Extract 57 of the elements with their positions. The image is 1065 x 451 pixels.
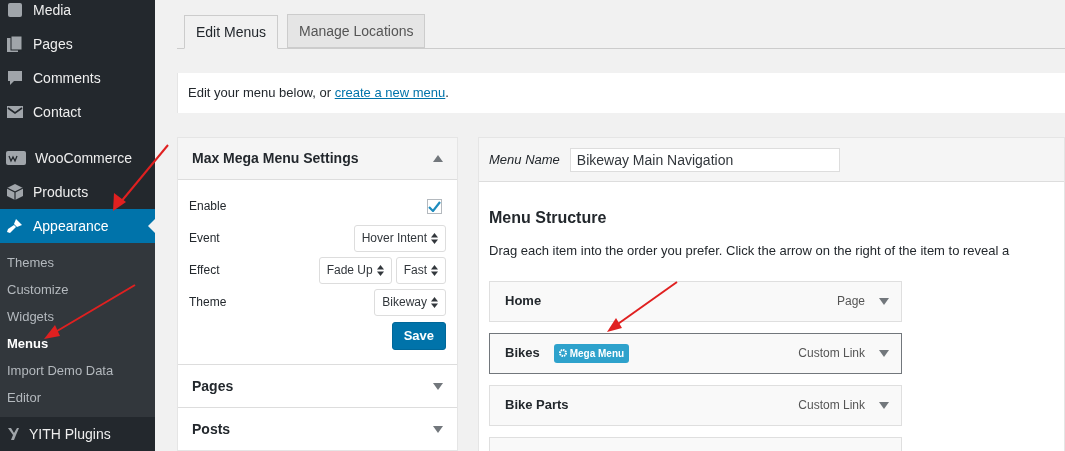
submenu-link[interactable]: Editor bbox=[0, 384, 155, 411]
submenu-link[interactable]: Themes bbox=[0, 249, 155, 276]
submenu-link[interactable]: Customize bbox=[0, 276, 155, 303]
select-field[interactable]: Bikeway bbox=[374, 288, 446, 316]
sidebar-item[interactable]: Comments bbox=[0, 61, 155, 95]
save-button[interactable]: Save bbox=[391, 322, 446, 350]
sidebar-item[interactable]: YITH Plugins bbox=[0, 417, 155, 451]
expand-arrow-icon[interactable] bbox=[879, 401, 889, 409]
current-pointer-icon bbox=[148, 219, 155, 233]
menu-item-bar[interactable]: Bike Parts Custom Link bbox=[489, 384, 902, 426]
updown-icon bbox=[431, 296, 438, 308]
accordion-header[interactable]: Pages bbox=[178, 364, 457, 407]
menu-item-bar[interactable]: Bikes Mega Menu Custom Link bbox=[489, 332, 902, 374]
notice-text: Edit your menu below, or create a new menu. bbox=[188, 84, 449, 103]
menu-item-bar[interactable]: Home Page bbox=[489, 280, 902, 322]
sidebar-item[interactable]: WooCommerce bbox=[0, 141, 155, 175]
expand-arrow-icon[interactable] bbox=[879, 349, 889, 357]
tab[interactable]: Manage Locations bbox=[287, 14, 426, 48]
accordion-header[interactable]: Posts bbox=[178, 407, 457, 450]
sidebar-item[interactable]: Products bbox=[0, 175, 155, 209]
expand-arrow-icon[interactable] bbox=[879, 297, 889, 305]
updown-icon bbox=[431, 264, 438, 276]
sidebar-item[interactable]: Media bbox=[0, 0, 155, 27]
sidebar-item[interactable]: Contact bbox=[0, 95, 155, 129]
updown-icon bbox=[376, 264, 384, 276]
menu-name-label: Menu Name bbox=[489, 150, 560, 169]
submenu-link[interactable]: Menus bbox=[0, 330, 155, 357]
envelope-icon bbox=[6, 103, 24, 121]
sidebar-item[interactable]: Appearance bbox=[0, 209, 155, 243]
check-icon bbox=[428, 200, 441, 212]
setting-label: Theme bbox=[189, 294, 227, 311]
speech-bubble-icon bbox=[6, 69, 24, 87]
instructions-text: Drag each item into the order you prefer. Click the arrow on the right of the item to reveal a bbox=[489, 242, 1011, 260]
updown-icon bbox=[431, 232, 438, 244]
select-field[interactable]: Fast bbox=[395, 256, 446, 284]
setting-label: Enable bbox=[189, 198, 227, 215]
submenu-link[interactable]: Import Demo Data bbox=[0, 357, 155, 384]
accordion-header[interactable]: Max Mega Menu Settings bbox=[178, 138, 457, 180]
gear-icon bbox=[558, 349, 567, 357]
annotation-arrow bbox=[607, 281, 678, 332]
setting-label: Event bbox=[189, 230, 220, 247]
expand-arrow-icon[interactable] bbox=[433, 382, 443, 390]
setting-label: Effect bbox=[189, 262, 220, 279]
collapse-arrow-icon[interactable] bbox=[433, 155, 443, 162]
section-heading: Menu Structure bbox=[489, 208, 608, 228]
select-field[interactable]: Hover Intent bbox=[353, 224, 446, 252]
paintbrush-icon bbox=[6, 217, 24, 235]
expand-arrow-icon[interactable] bbox=[433, 425, 443, 433]
sidebar-item[interactable]: Pages bbox=[0, 27, 155, 61]
menu-name-field[interactable]: Bikeway Main Navigation bbox=[569, 147, 840, 172]
submenu-link[interactable]: Widgets bbox=[0, 303, 155, 330]
plugin-icon bbox=[6, 426, 20, 442]
box-icon bbox=[6, 183, 24, 201]
tab[interactable]: Edit Menus bbox=[184, 15, 279, 49]
select-field[interactable]: Fade Up bbox=[318, 256, 392, 284]
checkbox[interactable] bbox=[427, 198, 442, 214]
pages-icon bbox=[6, 35, 24, 53]
